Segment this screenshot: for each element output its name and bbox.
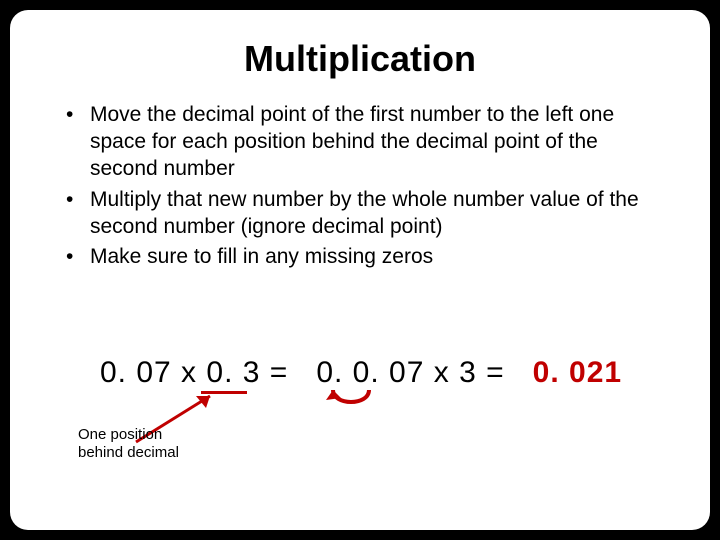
equation-mid: 0. 0. 07 x 3 = <box>316 356 504 389</box>
bullet-list: Move the decimal point of the first numb… <box>60 102 666 271</box>
curved-arrow-icon <box>321 388 381 416</box>
equation-answer: 0. 021 <box>533 356 622 389</box>
caption: One position behind decimal <box>78 426 179 462</box>
slide: Multiplication Move the decimal point of… <box>10 10 710 530</box>
bullet-item: Move the decimal point of the first numb… <box>60 102 666 183</box>
bullet-item: Make sure to fill in any missing zeros <box>60 244 666 271</box>
equation-lhs: 0. 07 x 0. 3 = <box>100 356 288 389</box>
underline-annotation <box>201 391 247 394</box>
bullet-item: Multiply that new number by the whole nu… <box>60 187 666 241</box>
equation: 0. 07 x 0. 3 = 0. 0. 07 x 3 = 0. 021 <box>100 356 622 390</box>
slide-title: Multiplication <box>54 38 666 80</box>
caption-line: behind decimal <box>78 444 179 462</box>
caption-line: One position <box>78 426 179 444</box>
